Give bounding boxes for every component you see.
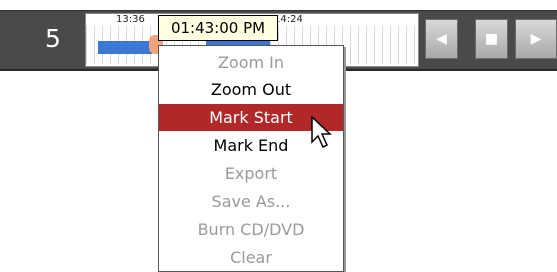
stop-icon: ■ <box>484 31 499 47</box>
mouse-pointer-icon <box>311 116 332 149</box>
prev-button[interactable]: ◀ <box>425 19 458 59</box>
menu-item-zoom-in[interactable]: Zoom In <box>159 49 343 76</box>
menu-item-burn-cd-dvd[interactable]: Burn CD/DVD <box>159 216 343 243</box>
time-tooltip: 01:43:00 PM <box>158 15 278 41</box>
timeline-label-end: 14:24 <box>274 14 303 25</box>
menu-item-export[interactable]: Export <box>159 160 343 187</box>
context-menu: Zoom In Zoom Out Mark Start Mark End Exp… <box>158 45 344 272</box>
recording-segment[interactable] <box>98 41 152 54</box>
timeline-label-start: 13:36 <box>116 14 145 25</box>
channel-number: 5 <box>45 24 61 53</box>
next-icon: ▶ <box>530 31 542 47</box>
menu-item-save-as[interactable]: Save As... <box>159 188 343 215</box>
prev-icon: ◀ <box>436 31 447 47</box>
menu-item-clear[interactable]: Clear <box>159 244 343 271</box>
stop-button[interactable]: ■ <box>475 19 508 59</box>
menu-item-zoom-out[interactable]: Zoom Out <box>159 76 343 103</box>
next-button[interactable]: ▶ <box>515 19 557 59</box>
